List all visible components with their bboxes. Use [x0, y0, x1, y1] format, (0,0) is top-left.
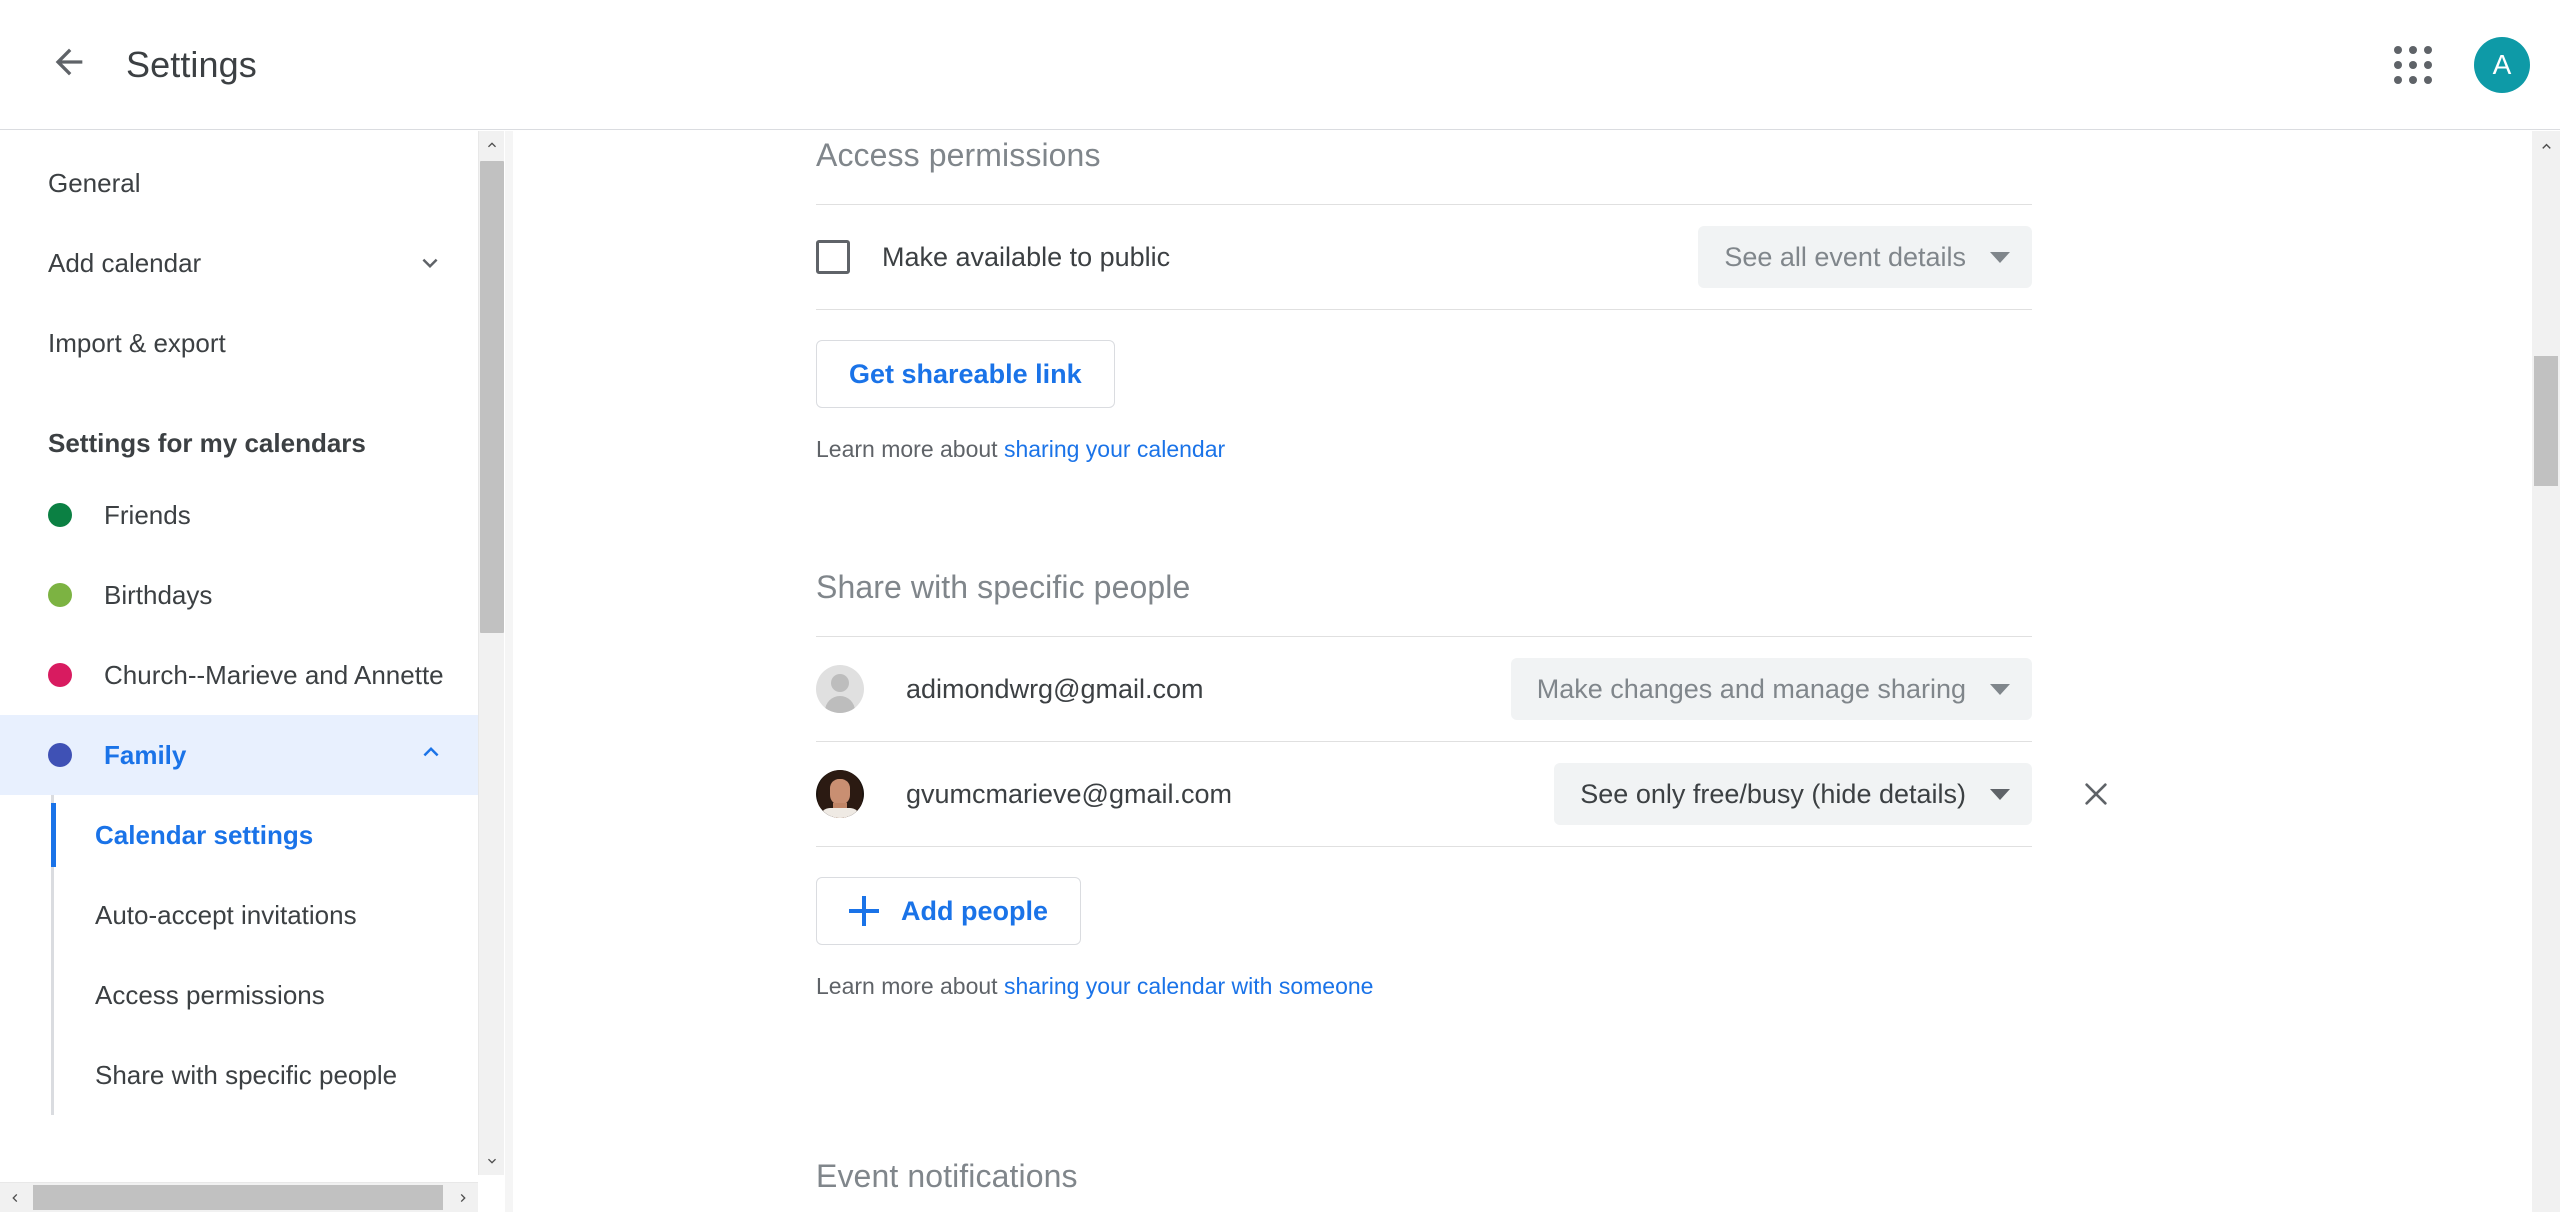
table-row: gvumcmarieve@gmail.com See only free/bus… — [816, 742, 2107, 846]
content-left-scroll-gutter — [505, 131, 513, 1212]
chevron-up-icon[interactable] — [2532, 131, 2560, 161]
chevron-left-icon[interactable] — [0, 1183, 30, 1212]
generic-person-avatar — [816, 665, 864, 713]
scrollbar-thumb[interactable] — [480, 161, 504, 633]
get-shareable-link-button[interactable]: Get shareable link — [816, 340, 1115, 408]
app-header: Settings A — [0, 0, 2560, 130]
sidebar-calendar-family[interactable]: Family — [0, 715, 478, 795]
add-people-button[interactable]: Add people — [816, 877, 1081, 945]
sidebar-item-auto-accept-invitations[interactable]: Auto-accept invitations — [0, 875, 478, 955]
learn-more-link[interactable]: sharing your calendar with someone — [1004, 973, 1373, 999]
section-title-event-notifications: Event notifications — [816, 1158, 1078, 1194]
chevron-down-icon — [1990, 788, 2010, 800]
back-button[interactable] — [38, 34, 100, 96]
chevron-down-icon[interactable] — [479, 1147, 505, 1175]
sidebar-calendar-label: Family — [104, 739, 187, 770]
sidebar-subitem-label: Access permissions — [95, 979, 325, 1010]
sidebar-item-calendar-settings[interactable]: Calendar settings — [0, 795, 478, 875]
sidebar-subitem-label: Calendar settings — [95, 819, 314, 850]
learn-more-sharing-with-someone: Learn more about sharing your calendar w… — [816, 973, 2532, 1000]
learn-more-sharing-calendar: Learn more about sharing your calendar — [816, 436, 2532, 463]
chevron-down-icon — [1990, 251, 2010, 263]
sidebar-calendar-birthdays[interactable]: Birthdays — [0, 555, 478, 635]
sidebar-subnav: Calendar settings Auto-accept invitation… — [0, 795, 478, 1115]
divider — [816, 309, 2032, 310]
learn-more-prefix: Learn more about — [816, 436, 998, 462]
settings-sidebar: General Add calendar Import & export Set… — [0, 131, 478, 1181]
window-vertical-scrollbar[interactable] — [2532, 131, 2560, 1212]
page-title: Settings — [126, 43, 257, 85]
sidebar-calendar-label: Church--Marieve and Annette — [104, 659, 444, 690]
person-email: gvumcmarieve@gmail.com — [906, 778, 1232, 809]
scrollbar-thumb[interactable] — [2534, 356, 2558, 486]
arrow-back-icon — [49, 42, 89, 87]
add-people-label: Add people — [901, 895, 1048, 926]
person-permission-value: Make changes and manage sharing — [1536, 673, 1966, 704]
make-public-label: Make available to public — [882, 241, 1171, 272]
sidebar-item-label: General — [48, 167, 141, 198]
make-public-row: Make available to public See all event d… — [816, 205, 2032, 309]
avatar[interactable]: A — [2474, 36, 2530, 93]
sidebar-item-import-export[interactable]: Import & export — [0, 303, 478, 383]
person-permission-value: See only free/busy (hide details) — [1580, 778, 1966, 809]
sidebar-subitem-label: Auto-accept invitations — [95, 899, 357, 930]
header-actions: A — [2374, 26, 2560, 104]
sidebar-item-add-calendar[interactable]: Add calendar — [0, 223, 478, 303]
settings-content: Access permissions Make available to pub… — [513, 131, 2532, 1212]
chevron-up-icon[interactable] — [479, 131, 505, 159]
photo-avatar — [816, 770, 864, 818]
section-title-access-permissions: Access permissions — [816, 137, 1101, 173]
sidebar-item-share-with-specific-people[interactable]: Share with specific people — [0, 1035, 478, 1115]
close-icon — [2085, 783, 2107, 805]
sidebar-item-label: Add calendar — [48, 247, 202, 278]
table-row: adimondwrg@gmail.com Make changes and ma… — [816, 637, 2032, 741]
calendar-color-dot — [48, 503, 72, 527]
calendar-color-dot — [48, 663, 72, 687]
calendar-color-dot — [48, 583, 72, 607]
sidebar-item-access-permissions[interactable]: Access permissions — [0, 955, 478, 1035]
sidebar-subitem-label: Share with specific people — [95, 1059, 398, 1090]
plus-icon — [849, 896, 879, 926]
sidebar-calendar-church[interactable]: Church--Marieve and Annette — [0, 635, 478, 715]
google-apps-grid-icon[interactable] — [2374, 26, 2452, 104]
divider — [816, 846, 2032, 847]
scrollbar-thumb[interactable] — [33, 1185, 443, 1210]
person-permission-select[interactable]: See only free/busy (hide details) — [1554, 763, 2032, 825]
sidebar-calendar-label: Friends — [104, 499, 191, 530]
learn-more-link[interactable]: sharing your calendar — [1004, 436, 1225, 462]
chevron-right-icon[interactable] — [448, 1183, 478, 1212]
sidebar-item-general[interactable]: General — [0, 143, 478, 223]
sidebar-calendar-label: Birthdays — [104, 579, 213, 610]
sidebar-item-label: Import & export — [48, 327, 226, 358]
learn-more-prefix: Learn more about — [816, 973, 998, 999]
sidebar-vertical-scrollbar[interactable] — [478, 131, 504, 1175]
sidebar-section-heading: Settings for my calendars — [48, 428, 366, 458]
section-title-share-with-specific-people: Share with specific people — [816, 569, 1191, 605]
chevron-down-icon[interactable] — [412, 245, 448, 281]
make-public-checkbox[interactable] — [816, 240, 850, 274]
chevron-down-icon — [1990, 683, 2010, 695]
person-permission-select[interactable]: Make changes and manage sharing — [1510, 658, 2032, 720]
calendar-color-dot — [48, 743, 72, 767]
horizontal-scrollbar[interactable] — [0, 1182, 478, 1212]
public-visibility-select-value: See all event details — [1724, 241, 1966, 272]
remove-person-button[interactable] — [2074, 772, 2118, 816]
person-email: adimondwrg@gmail.com — [906, 673, 1204, 704]
get-shareable-link-label: Get shareable link — [849, 358, 1082, 389]
sidebar-calendar-friends[interactable]: Friends — [0, 475, 478, 555]
public-visibility-select[interactable]: See all event details — [1698, 226, 2032, 288]
chevron-up-icon[interactable] — [416, 737, 446, 774]
